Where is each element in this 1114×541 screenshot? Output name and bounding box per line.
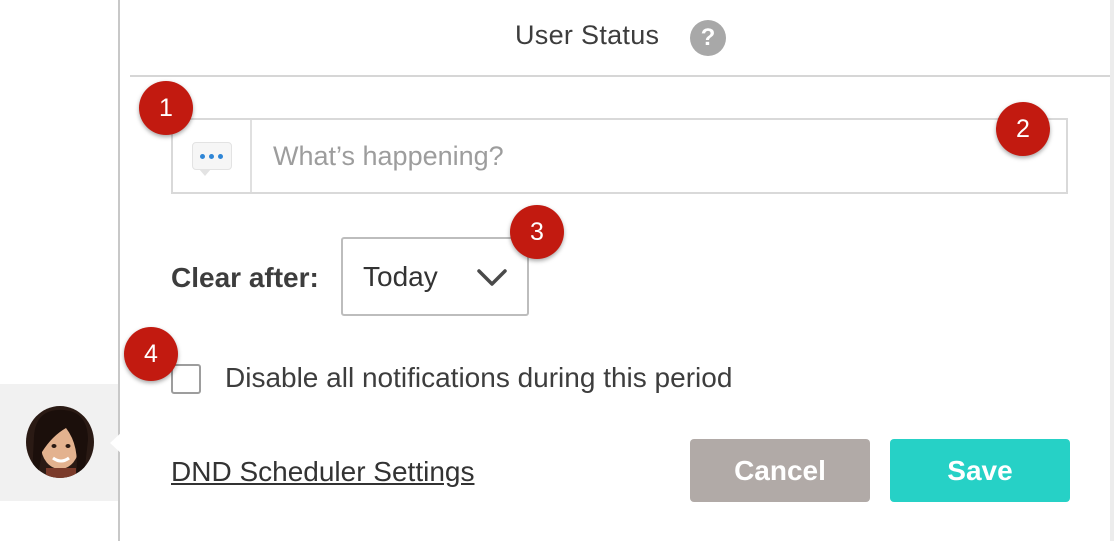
- disable-notifications-checkbox[interactable]: [171, 364, 201, 394]
- emoji-picker-button[interactable]: [173, 120, 252, 192]
- chevron-down-icon: [477, 269, 507, 286]
- speech-bubble-icon: [191, 142, 232, 176]
- page-title: User Status: [515, 20, 660, 50]
- annotation-marker-4: 4: [124, 327, 178, 381]
- status-input-group: [171, 118, 1068, 194]
- annotation-marker-3: 3: [510, 205, 564, 259]
- scrollbar-track: [1110, 0, 1114, 541]
- clear-after-select[interactable]: Today: [341, 237, 529, 316]
- cancel-button[interactable]: Cancel: [690, 439, 870, 502]
- dnd-scheduler-settings-link[interactable]: DND Scheduler Settings: [171, 456, 474, 488]
- annotation-marker-2: 2: [996, 102, 1050, 156]
- sidebar-divider: [118, 0, 120, 541]
- annotation-marker-1: 1: [139, 81, 193, 135]
- avatar-photo-icon: [26, 406, 94, 478]
- save-button[interactable]: Save: [890, 439, 1070, 502]
- popover-caret: [110, 430, 124, 456]
- clear-after-value: Today: [363, 260, 438, 292]
- question-mark-icon[interactable]: ?: [690, 20, 726, 56]
- clear-after-label: Clear after:: [171, 262, 319, 293]
- avatar[interactable]: [26, 406, 94, 478]
- disable-notifications-label[interactable]: Disable all notifications during this pe…: [225, 362, 732, 394]
- status-message-input[interactable]: [252, 120, 1066, 192]
